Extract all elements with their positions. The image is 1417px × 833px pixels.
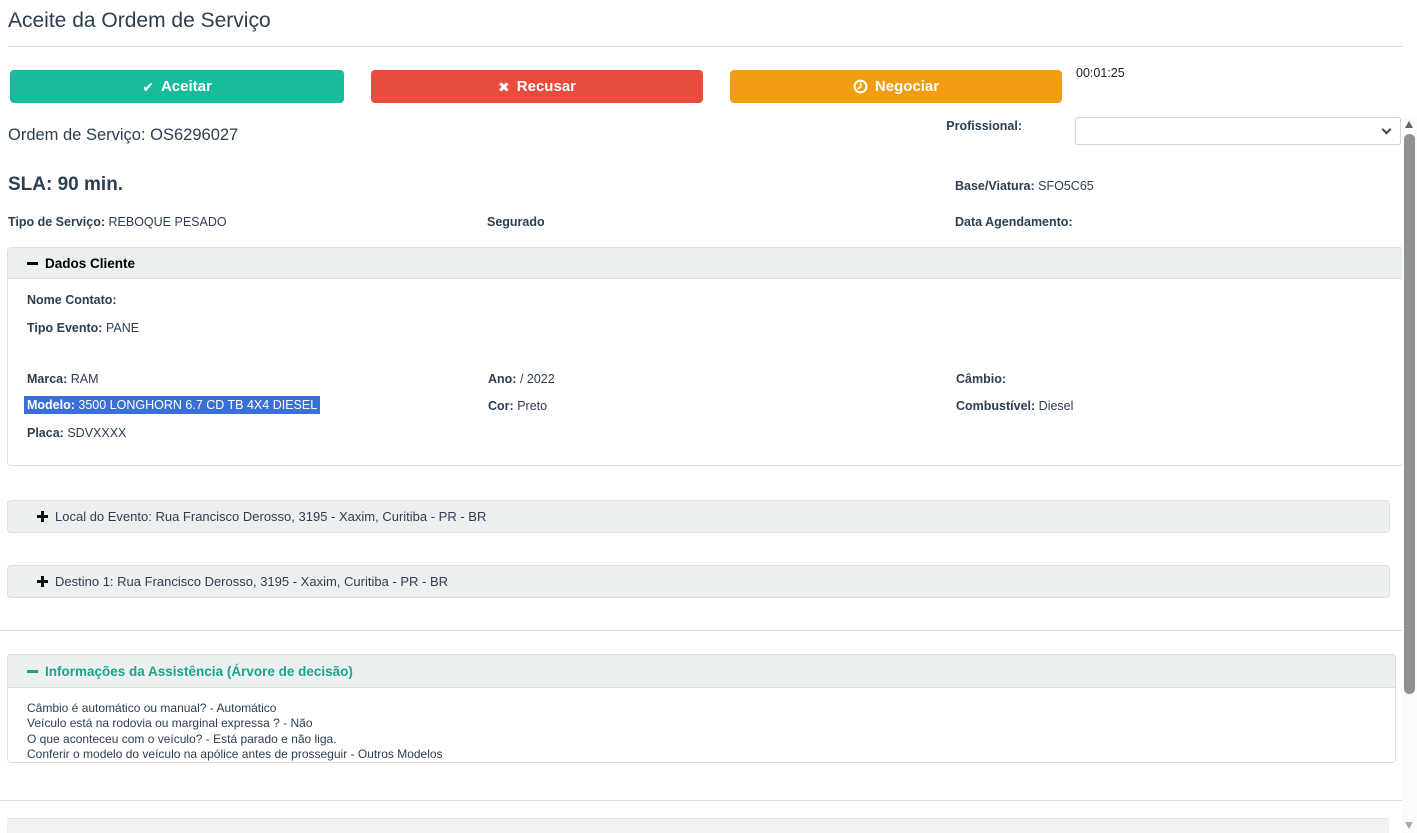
destination-title: Destino 1: Rua Francisco Derosso, 3195 -…: [55, 574, 449, 589]
vertical-scrollbar[interactable]: [1402, 118, 1417, 833]
assistance-info-panel-header[interactable]: Informações da Assistência (Árvore de de…: [8, 655, 1395, 688]
plate-field: Placa: SDVXXXX: [27, 426, 127, 440]
scrollbar-thumb[interactable]: [1404, 134, 1415, 694]
accept-button[interactable]: ✔ Aceitar: [10, 70, 344, 103]
event-type-field: Tipo Evento: PANE: [27, 321, 140, 335]
decision-line: Conferir o modelo do veículo na apólice …: [27, 747, 443, 762]
schedule-date-field: Data Agendamento:: [955, 215, 1073, 229]
refuse-button[interactable]: ✖ Recusar: [371, 70, 703, 103]
scroll-down-arrow-icon[interactable]: [1405, 822, 1413, 829]
accept-button-label: Aceitar: [160, 78, 212, 95]
scroll-up-arrow-icon[interactable]: [1405, 121, 1413, 128]
professional-label: Profissional:: [946, 119, 1022, 133]
order-number-line: Ordem de Serviço: OS6296027: [8, 126, 238, 145]
expand-plus-icon: [37, 511, 48, 522]
order-number-label: Ordem de Serviço:: [8, 126, 146, 144]
refuse-button-label: Recusar: [516, 78, 576, 95]
x-icon: ✖: [498, 78, 510, 95]
color-field: Cor: Preto: [488, 399, 548, 413]
event-location-panel-header[interactable]: Local do Evento: Rua Francisco Derosso, …: [7, 500, 1390, 533]
negotiate-button-label: Negociar: [874, 78, 940, 95]
decision-line: O que aconteceu com o veículo? - Está pa…: [27, 731, 337, 746]
service-order-accept-page: Aceite da Ordem de Serviço ✔ Aceitar ✖ R…: [0, 0, 1417, 833]
assistance-decision-tree: Câmbio é automático ou manual? - Automát…: [8, 688, 1395, 763]
event-location-title: Local do Evento: Rua Francisco Derosso, …: [55, 509, 487, 524]
contact-name-field: Nome Contato:: [27, 293, 117, 307]
collapse-minus-icon: [27, 666, 38, 677]
decision-line: Veículo está na rodovia ou marginal expr…: [27, 716, 313, 731]
gearbox-field: Câmbio:: [956, 372, 1006, 386]
order-number-value: OS6296027: [150, 126, 239, 144]
insured-label: Segurado: [487, 215, 545, 229]
assistance-info-panel-title: Informações da Assistência (Árvore de de…: [45, 663, 353, 679]
brand-field: Marca: RAM: [27, 372, 99, 386]
client-data-panel: Dados Cliente Nome Contato: Tipo Evento:…: [7, 247, 1403, 466]
client-data-panel-title: Dados Cliente: [45, 255, 136, 271]
collapse-minus-icon: [27, 258, 38, 269]
professional-select-wrap: [1075, 117, 1401, 145]
next-panel-edge: [7, 818, 1389, 833]
year-field: Ano: / 2022: [488, 372, 555, 386]
page-title: Aceite da Ordem de Serviço: [8, 9, 271, 32]
section-divider: [0, 630, 1403, 631]
check-icon: ✔: [142, 78, 154, 95]
service-type-field: Tipo de Serviço: REBOQUE PESADO: [8, 215, 227, 229]
expand-plus-icon: [37, 576, 48, 587]
section-divider: [0, 800, 1403, 801]
negotiate-button[interactable]: Negociar: [730, 70, 1062, 103]
sla-text: SLA: 90 min.: [8, 174, 124, 195]
professional-select[interactable]: [1075, 117, 1401, 145]
model-selected-text: Modelo: 3500 LONGHORN 6.7 CD TB 4X4 DIES…: [24, 396, 321, 414]
title-divider: [8, 46, 1403, 47]
client-data-panel-header[interactable]: Dados Cliente: [8, 248, 1402, 279]
countdown-timer: 00:01:25: [1076, 66, 1125, 80]
model-field: Modelo: 3500 LONGHORN 6.7 CD TB 4X4 DIES…: [24, 396, 321, 414]
base-viatura-field: Base/Viatura: SFO5C65: [955, 179, 1094, 193]
destination-panel-header[interactable]: Destino 1: Rua Francisco Derosso, 3195 -…: [7, 565, 1390, 598]
decision-line: Câmbio é automático ou manual? - Automát…: [27, 701, 277, 715]
assistance-info-panel: Informações da Assistência (Árvore de de…: [7, 654, 1396, 763]
fuel-field: Combustível: Diesel: [956, 399, 1074, 413]
clock-icon: [853, 79, 868, 94]
